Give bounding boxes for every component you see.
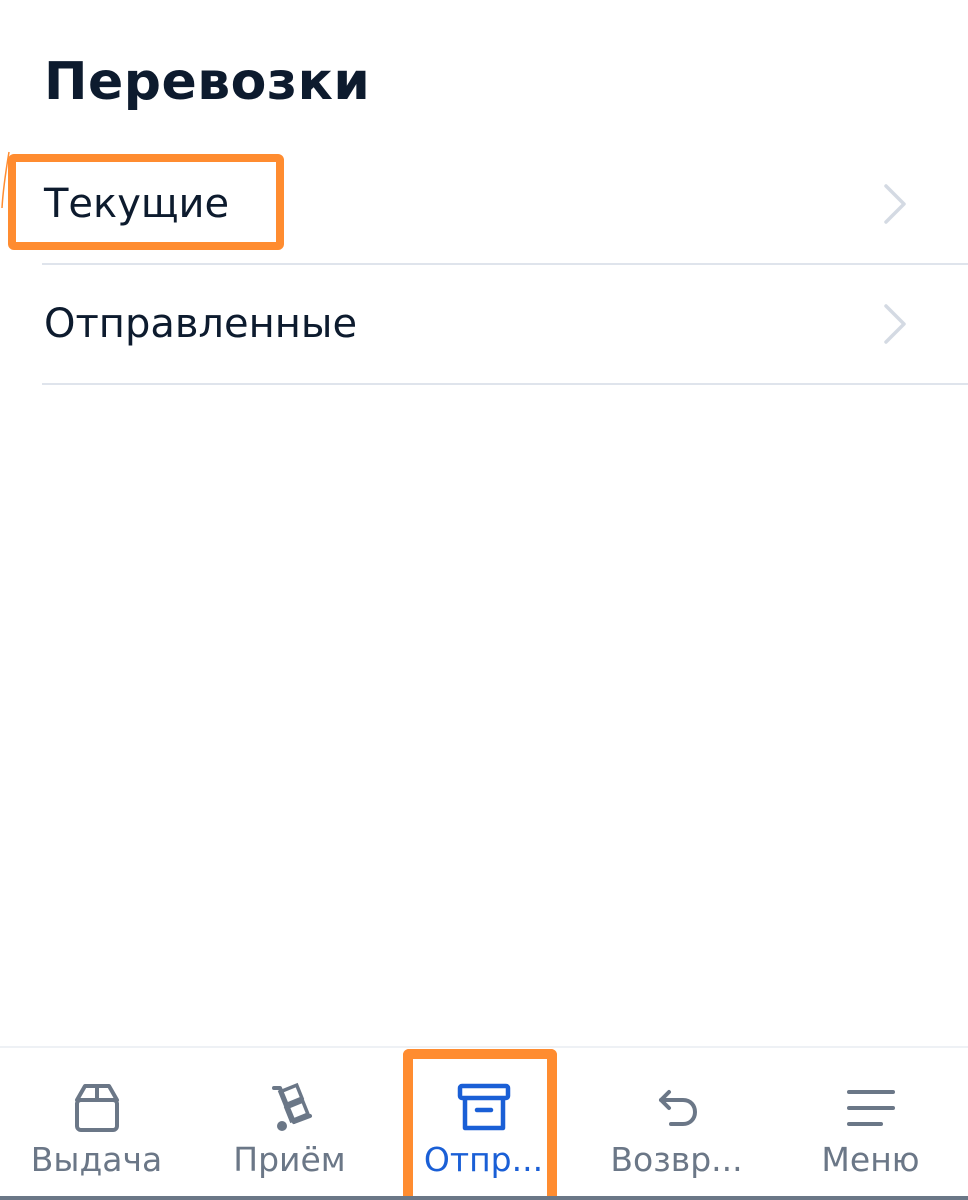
return-arrow-icon xyxy=(658,1090,697,1126)
hamburger-menu-icon xyxy=(846,1090,895,1126)
list-item-label: Отправленные xyxy=(44,301,358,347)
bottom-tab-bar: Выдача Приём Отпр... Возвр... Меню xyxy=(0,1046,968,1200)
tab-receive[interactable]: Приём xyxy=(193,1048,386,1200)
hand-truck-icon xyxy=(271,1082,312,1131)
tab-label: Меню xyxy=(821,1140,920,1179)
box-icon xyxy=(74,1084,119,1132)
tab-label: Приём xyxy=(233,1140,346,1179)
archive-box-icon xyxy=(457,1083,510,1131)
tab-label: Выдача xyxy=(30,1140,163,1179)
annotation-stroke-mark xyxy=(1,151,10,209)
page-title: Перевозки xyxy=(44,52,371,112)
shipments-list: Текущие Отправленные xyxy=(42,145,968,385)
tab-label: Отпр... xyxy=(423,1140,544,1179)
list-item-current[interactable]: Текущие xyxy=(42,145,968,265)
list-item-label: Текущие xyxy=(44,181,230,227)
tab-menu[interactable]: Меню xyxy=(774,1048,967,1200)
tab-issue[interactable]: Выдача xyxy=(0,1048,193,1200)
shipments-screen: Перевозки Текущие Отправленные Выдача Пр… xyxy=(0,0,968,1200)
tab-send[interactable]: Отпр... xyxy=(387,1048,580,1200)
chevron-right-icon xyxy=(884,304,906,344)
list-item-sent[interactable]: Отправленные xyxy=(42,265,968,385)
tab-label: Возвр... xyxy=(610,1140,743,1179)
tab-return[interactable]: Возвр... xyxy=(580,1048,773,1200)
chevron-right-icon xyxy=(884,184,906,224)
bottom-divider xyxy=(0,1196,968,1200)
